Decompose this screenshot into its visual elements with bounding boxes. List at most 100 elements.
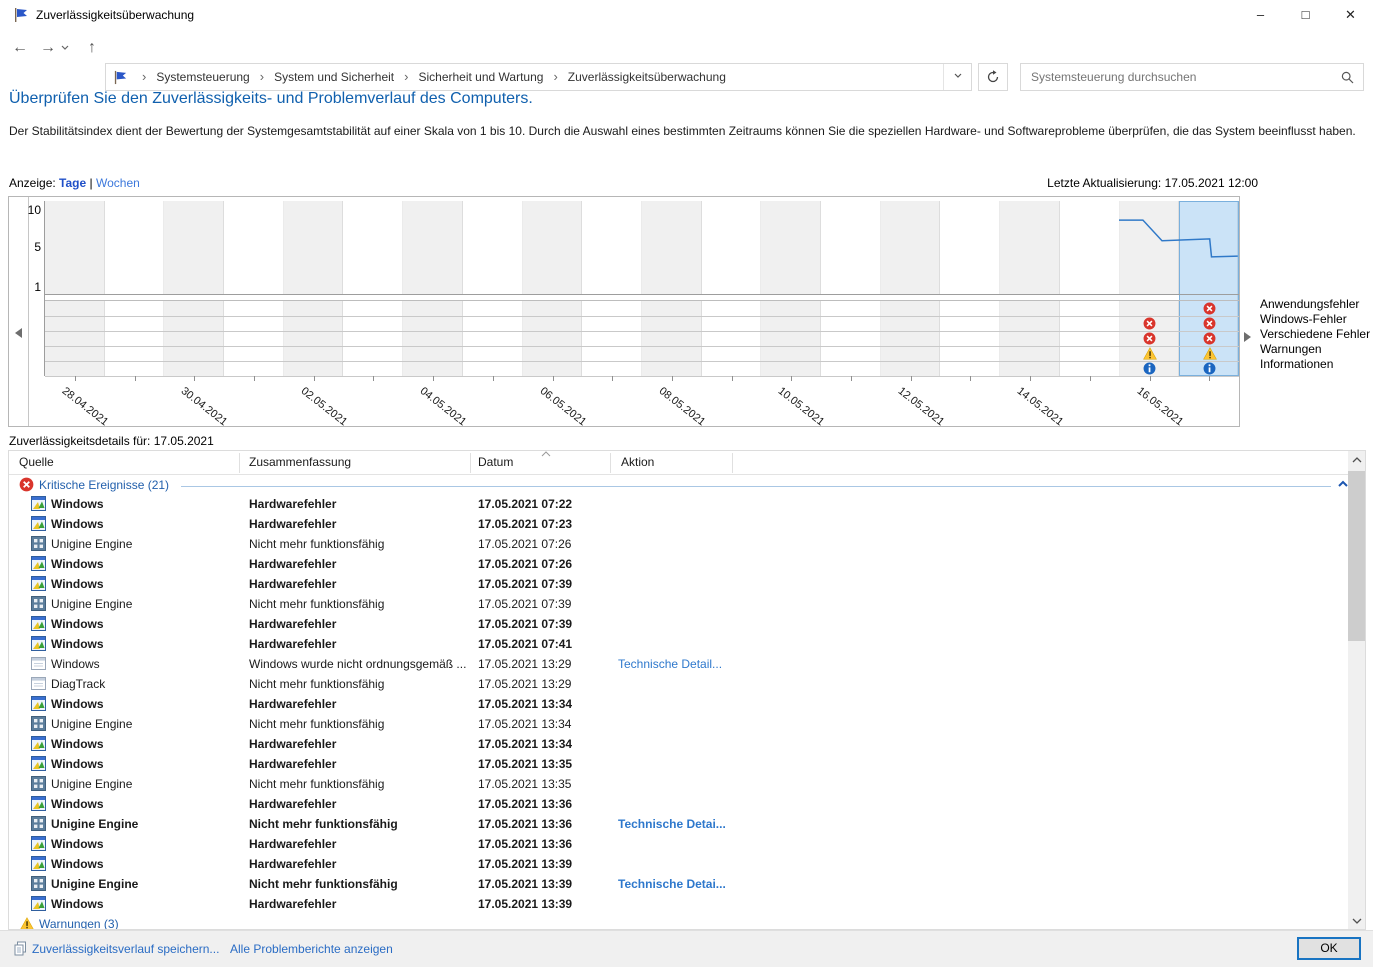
day-column[interactable] [1059, 301, 1120, 376]
column-separator[interactable] [470, 453, 471, 473]
event-row[interactable]: Windows Hardwarefehler 17.05.2021 13:36 [9, 834, 1349, 854]
event-row[interactable]: Windows Hardwarefehler 17.05.2021 13:39 [9, 894, 1349, 914]
show-all-reports-link[interactable]: Alle Problemberichte anzeigen [230, 942, 393, 956]
forward-button[interactable]: → [36, 35, 60, 61]
windows-icon [31, 756, 46, 771]
event-row[interactable]: Unigine Engine Nicht mehr funktionsfähig 1… [9, 534, 1349, 554]
day-column[interactable] [403, 301, 463, 376]
day-column[interactable] [701, 301, 762, 376]
breadcrumb-item[interactable]: Sicherheit und Wartung [414, 64, 547, 90]
event-row[interactable]: Windows Windows wurde nicht ordnungsgemäß… [9, 654, 1349, 674]
event-marker-info[interactable] [1143, 362, 1156, 375]
day-column[interactable] [940, 301, 1001, 376]
ok-button[interactable]: OK [1297, 937, 1361, 960]
windows-app-icon [31, 556, 46, 571]
event-row[interactable]: Unigine Engine Nicht mehr funktionsfähig 1… [9, 594, 1349, 614]
event-row[interactable]: Unigine Engine Nicht mehr funktionsfähig 1… [9, 814, 1349, 834]
windows-app-icon [31, 576, 46, 591]
event-marker-warning[interactable] [1202, 347, 1217, 360]
event-row[interactable]: Unigine Engine Nicht mehr funktionsfähig 1… [9, 714, 1349, 734]
event-row[interactable]: DiagTrack Nicht mehr funktionsfähig 17.05.… [9, 674, 1349, 694]
column-header-datum[interactable]: Datum [478, 455, 513, 469]
scroll-up-icon[interactable] [1348, 451, 1365, 468]
event-marker-error[interactable] [1143, 332, 1156, 345]
column-separator[interactable] [732, 453, 733, 473]
event-row[interactable]: Windows Hardwarefehler 17.05.2021 13:39 [9, 854, 1349, 874]
day-column[interactable] [880, 301, 941, 376]
column-header-aktion[interactable]: Aktion [621, 455, 654, 469]
scrollbar-thumb[interactable] [1348, 471, 1365, 641]
minimize-button[interactable]: – [1238, 0, 1283, 30]
event-row[interactable]: Unigine Engine Nicht mehr funktionsfähig 1… [9, 874, 1349, 894]
close-button[interactable]: ✕ [1328, 0, 1373, 30]
technical-details-link[interactable]: Technische Detai... [618, 817, 726, 831]
day-column[interactable] [45, 301, 105, 376]
day-column[interactable] [522, 301, 583, 376]
day-column[interactable] [462, 301, 523, 376]
breadcrumb-item[interactable]: Zuverlässigkeitsüberwachung [564, 64, 730, 90]
warning-icon [1202, 347, 1217, 360]
event-summary: Nicht mehr funktionsfähig [249, 717, 385, 731]
maximize-button[interactable]: □ [1283, 0, 1328, 30]
day-column[interactable] [283, 301, 344, 376]
scroll-down-icon[interactable] [1348, 912, 1365, 929]
windows-doc-icon [31, 676, 46, 691]
back-button[interactable]: ← [8, 35, 32, 61]
view-weeks-link[interactable]: Wochen [96, 176, 140, 190]
chart-scroll-left-icon[interactable] [15, 328, 22, 338]
address-bar[interactable]: › Systemsteuerung › System und Sicherheit › S… [105, 63, 972, 91]
event-row[interactable]: Windows Hardwarefehler 17.05.2021 07:23 [9, 514, 1349, 534]
technical-details-link[interactable]: Technische Detai... [618, 877, 726, 891]
group-row-critical-events[interactable]: Kritische Ereignisse (21) [9, 476, 1349, 494]
view-days-link[interactable]: Tage [59, 176, 86, 190]
column-separator[interactable] [610, 453, 611, 473]
breadcrumb-item[interactable]: System und Sicherheit [270, 64, 398, 90]
search-icon[interactable] [1341, 71, 1354, 84]
day-column[interactable] [821, 301, 881, 376]
column-separator[interactable] [239, 453, 240, 473]
day-column[interactable] [582, 301, 642, 376]
x-axis-tick [731, 376, 733, 381]
event-row[interactable]: Windows Hardwarefehler 17.05.2021 13:34 [9, 734, 1349, 754]
event-date: 17.05.2021 13:34 [478, 737, 573, 751]
event-row[interactable]: Windows Hardwarefehler 17.05.2021 13:35 [9, 754, 1349, 774]
legend-item: Verschiedene Fehler [1260, 327, 1371, 341]
breadcrumb-item[interactable]: Systemsteuerung [152, 64, 253, 90]
event-marker-error[interactable] [1203, 332, 1216, 345]
save-history-link[interactable]: Zuverlässigkeitsverlauf speichern... [32, 942, 219, 956]
up-button[interactable]: ↑ [80, 35, 104, 61]
event-row[interactable]: Windows Hardwarefehler 17.05.2021 07:39 [9, 614, 1349, 634]
refresh-button[interactable] [978, 63, 1008, 91]
event-row[interactable]: Unigine Engine Nicht mehr funktionsfähig 1… [9, 774, 1349, 794]
event-marker-error[interactable] [1203, 302, 1216, 315]
day-column[interactable] [104, 301, 165, 376]
event-row[interactable]: Windows Hardwarefehler 17.05.2021 07:41 [9, 634, 1349, 654]
event-row[interactable]: Windows Hardwarefehler 17.05.2021 13:36 [9, 794, 1349, 814]
address-dropdown-icon[interactable] [943, 64, 971, 90]
search-input[interactable] [1031, 65, 1331, 89]
event-marker-info[interactable] [1203, 362, 1216, 375]
column-header-quelle[interactable]: Quelle [19, 455, 54, 469]
event-marker-warning[interactable] [1143, 347, 1157, 360]
day-column[interactable] [224, 301, 284, 376]
day-column[interactable] [164, 301, 225, 376]
event-row[interactable]: Windows Hardwarefehler 17.05.2021 07:26 [9, 554, 1349, 574]
event-row[interactable]: Windows Hardwarefehler 17.05.2021 07:22 [9, 494, 1349, 514]
column-header-zusammenfassung[interactable]: Zusammenfassung [249, 455, 351, 469]
technical-details-link[interactable]: Technische Detail... [618, 657, 722, 671]
recent-pages-chevron-icon[interactable] [60, 35, 76, 61]
event-marker-error[interactable] [1143, 317, 1156, 330]
day-column[interactable] [343, 301, 404, 376]
event-marker-error[interactable] [1203, 317, 1216, 330]
event-row[interactable]: Windows Hardwarefehler 17.05.2021 07:39 [9, 574, 1349, 594]
day-column[interactable] [642, 301, 702, 376]
vertical-scrollbar[interactable] [1348, 451, 1365, 929]
x-axis-tick [134, 376, 136, 381]
event-row[interactable]: Windows Hardwarefehler 17.05.2021 13:34 [9, 694, 1349, 714]
day-column[interactable] [761, 301, 822, 376]
windows-app-icon [31, 896, 46, 911]
error-icon [1203, 317, 1216, 330]
error-icon [1143, 332, 1156, 345]
group-row-warnings[interactable]: Warnungen (3) [9, 914, 1349, 929]
day-column[interactable] [1000, 301, 1060, 376]
